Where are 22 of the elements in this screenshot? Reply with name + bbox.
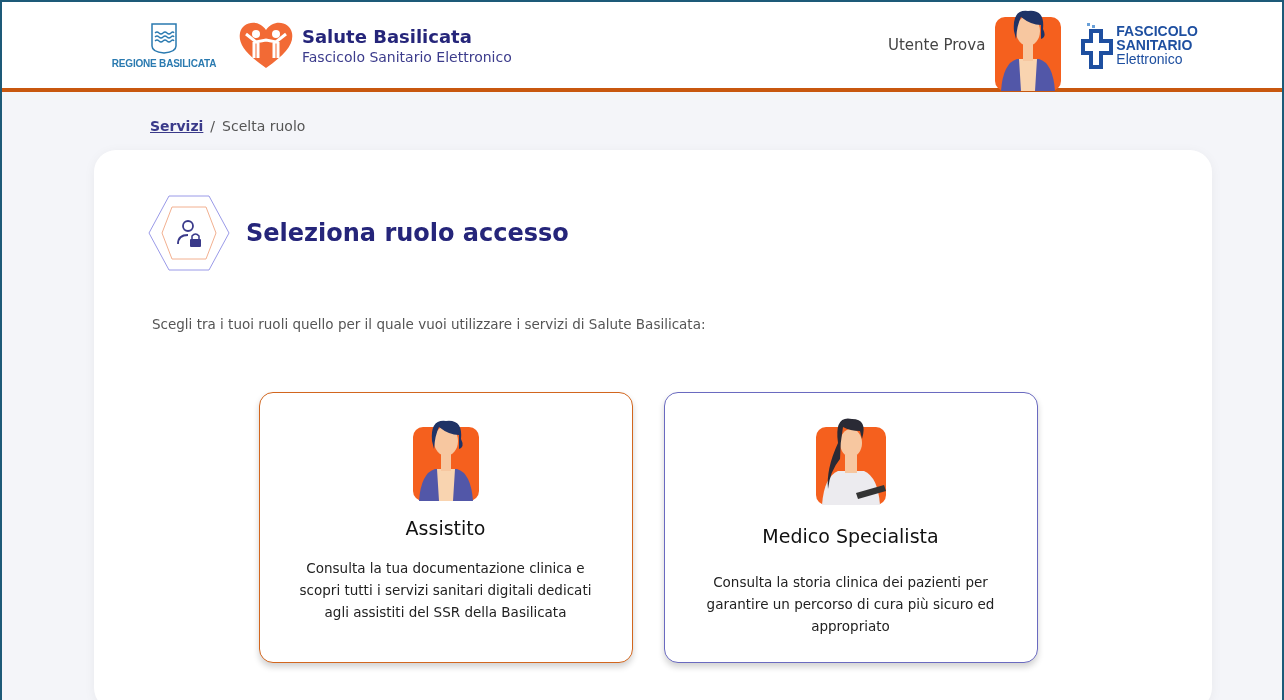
breadcrumb-separator: / — [210, 118, 216, 136]
role-description: Consulta la storia clinica dei pazienti per garantire un percorso di cura più sicuro ed appropriato — [705, 573, 996, 636]
user-name: Utente Prova — [888, 36, 986, 54]
user-lock-icon — [148, 194, 230, 272]
breadcrumb-current: Scelta ruolo — [222, 118, 306, 136]
region-crest-icon — [150, 21, 178, 54]
description: Scegli tra i tuoi ruoli quello per il quale vuoi utilizzare i servizi di Salute Basilicata: — [152, 316, 707, 332]
role-card[interactable]: Medico Specialista Consulta la storia clinica dei pazienti per garantire un percorso di cura più sicuro ed appropriato — [663, 392, 1038, 663]
fse-logo-text: SANITARIO — [1116, 38, 1194, 52]
app-subtitle: Fascicolo Sanitario Elettronico — [302, 48, 512, 65]
fse-logo-text: FASCICOLO — [1116, 24, 1198, 38]
role-name: Assistito — [405, 517, 486, 539]
fse-logo-text: Elettronico — [1116, 52, 1184, 66]
role-card[interactable]: Assistito Consulta la tua documentazione clinica e scopri tutti i servizi sanitari digitali dedicati agli assistiti del SSR della Basilicata — [258, 392, 633, 663]
page-title: Seleziona ruolo accesso — [246, 219, 569, 247]
breadcrumb-link[interactable]: Servizi — [150, 118, 204, 150]
role-name: Medico Specialista — [762, 525, 939, 547]
heart-logo-icon — [238, 20, 294, 70]
region-name: REGIONE BASILICATA — [111, 57, 217, 69]
role-description: Consulta la tua documentazione clinica e scopri tutti i servizi sanitari digitali dedicati agli assistiti del SSR della Basilicata — [298, 559, 593, 622]
cross-logo-icon — [1081, 21, 1114, 69]
app-title: Salute Basilicata — [302, 25, 473, 47]
